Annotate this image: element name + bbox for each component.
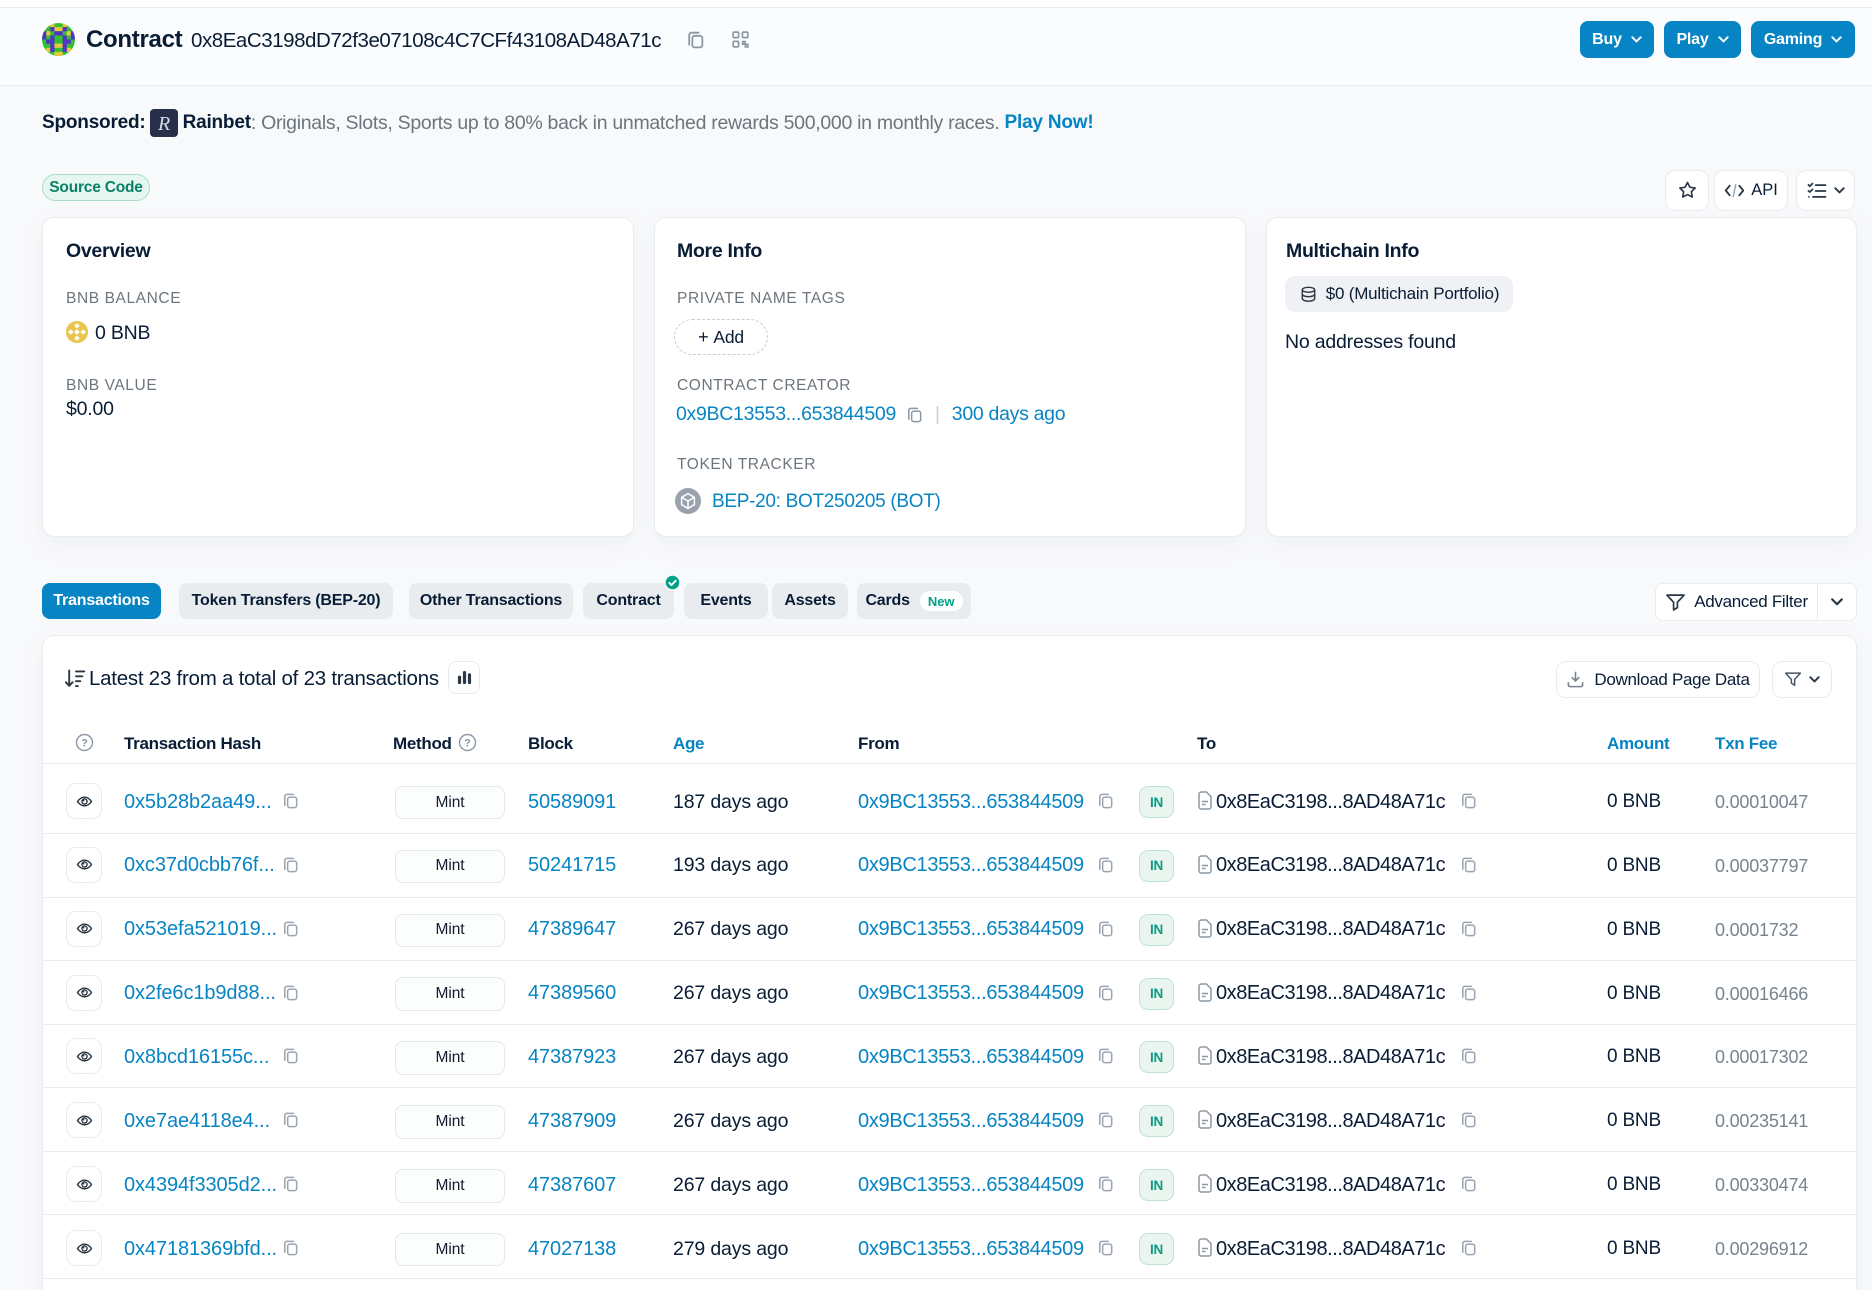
svg-text:?: ? [464,737,471,749]
svg-text:?: ? [81,737,88,749]
svg-text:R: R [157,113,170,135]
